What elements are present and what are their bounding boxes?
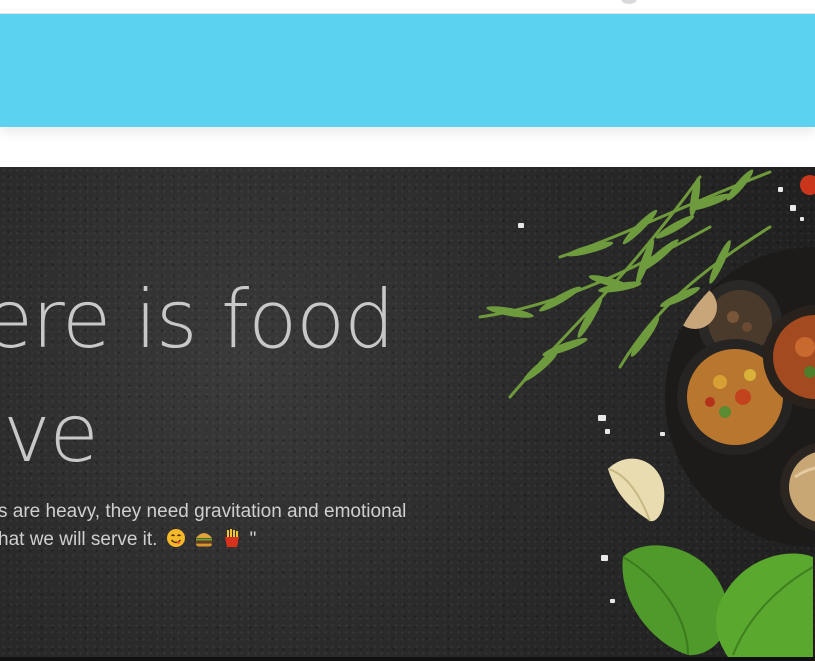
hero-banner: here is food love s are heavy, they need… bbox=[0, 167, 815, 657]
tagline-closing-quote: " bbox=[249, 529, 257, 551]
tagline-line-1: s are heavy, they need gravitation and e… bbox=[0, 501, 407, 522]
hero-tagline: s are heavy, they need gravitation and e… bbox=[0, 498, 406, 554]
emoji-group bbox=[163, 526, 243, 554]
burger-emoji-icon bbox=[196, 533, 213, 547]
garlic-decoration bbox=[607, 458, 665, 522]
headline-line-2: love bbox=[0, 387, 99, 480]
bottom-divider bbox=[0, 657, 815, 661]
tagline-line-2-text: hat we will serve it. bbox=[0, 529, 158, 551]
avatar[interactable] bbox=[621, 0, 637, 4]
food-plate-image bbox=[665, 247, 815, 547]
fries-emoji-icon bbox=[225, 529, 240, 547]
tagline-line-2: hat we will serve it. " bbox=[0, 526, 406, 554]
smiling-face-emoji-icon bbox=[166, 529, 185, 547]
navbar bbox=[0, 14, 815, 127]
headline-line-1: here is food bbox=[0, 273, 395, 366]
hero-headline: here is food love bbox=[0, 263, 395, 491]
basil-decoration bbox=[622, 545, 814, 657]
top-strip bbox=[0, 0, 815, 14]
